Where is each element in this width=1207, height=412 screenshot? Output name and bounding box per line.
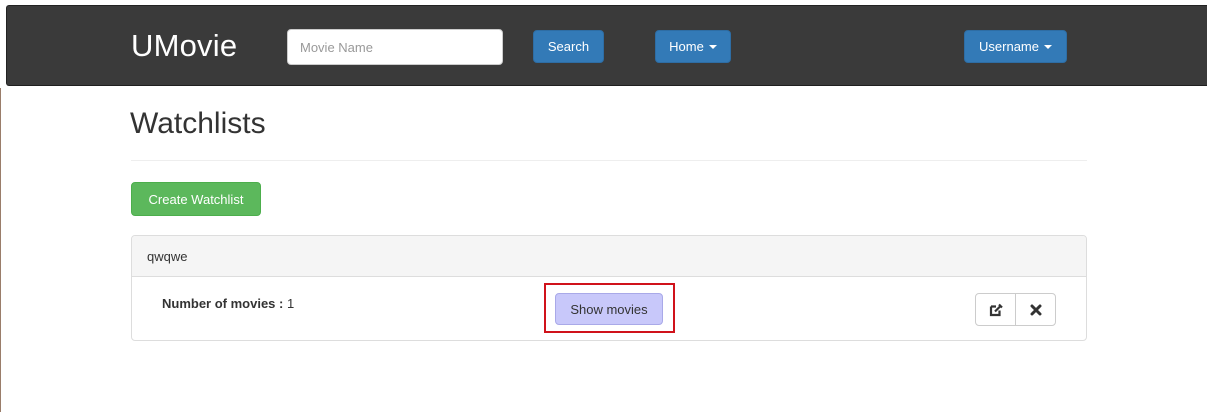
create-watchlist-button[interactable]: Create Watchlist <box>131 182 261 216</box>
page: UMovie Search Home Username Watchlists C… <box>0 0 1207 412</box>
movie-count-value: 1 <box>286 296 295 311</box>
title-divider <box>131 160 1087 161</box>
close-icon <box>1030 304 1042 316</box>
show-movies-button[interactable]: Show movies <box>555 293 663 325</box>
brand-logo[interactable]: UMovie <box>131 28 237 64</box>
caret-down-icon <box>1043 45 1052 49</box>
watchlist-panel-body: Number of movies : 1 Show movies <box>132 277 1086 340</box>
left-edge-line <box>0 88 1 412</box>
edit-watchlist-button[interactable] <box>975 293 1016 326</box>
watchlist-name: qwqwe <box>147 249 188 264</box>
movie-search-input[interactable] <box>287 29 503 65</box>
caret-down-icon <box>708 45 717 49</box>
username-button-label: Username <box>979 39 1039 54</box>
movie-count-label: Number of movies : <box>162 296 284 311</box>
home-dropdown-button[interactable]: Home <box>655 30 731 63</box>
username-dropdown-button[interactable]: Username <box>964 30 1067 63</box>
page-title: Watchlists <box>130 107 266 140</box>
watchlist-panel: qwqwe Number of movies : 1 Show movies <box>131 235 1087 341</box>
movie-count: Number of movies : 1 <box>162 296 294 311</box>
delete-watchlist-button[interactable] <box>1015 293 1056 326</box>
navbar: UMovie Search Home Username <box>6 5 1207 86</box>
search-button-label: Search <box>547 39 590 54</box>
edit-icon <box>989 303 1003 317</box>
home-button-label: Home <box>669 39 704 54</box>
search-button[interactable]: Search <box>533 30 604 63</box>
watchlist-panel-heading: qwqwe <box>132 236 1086 277</box>
